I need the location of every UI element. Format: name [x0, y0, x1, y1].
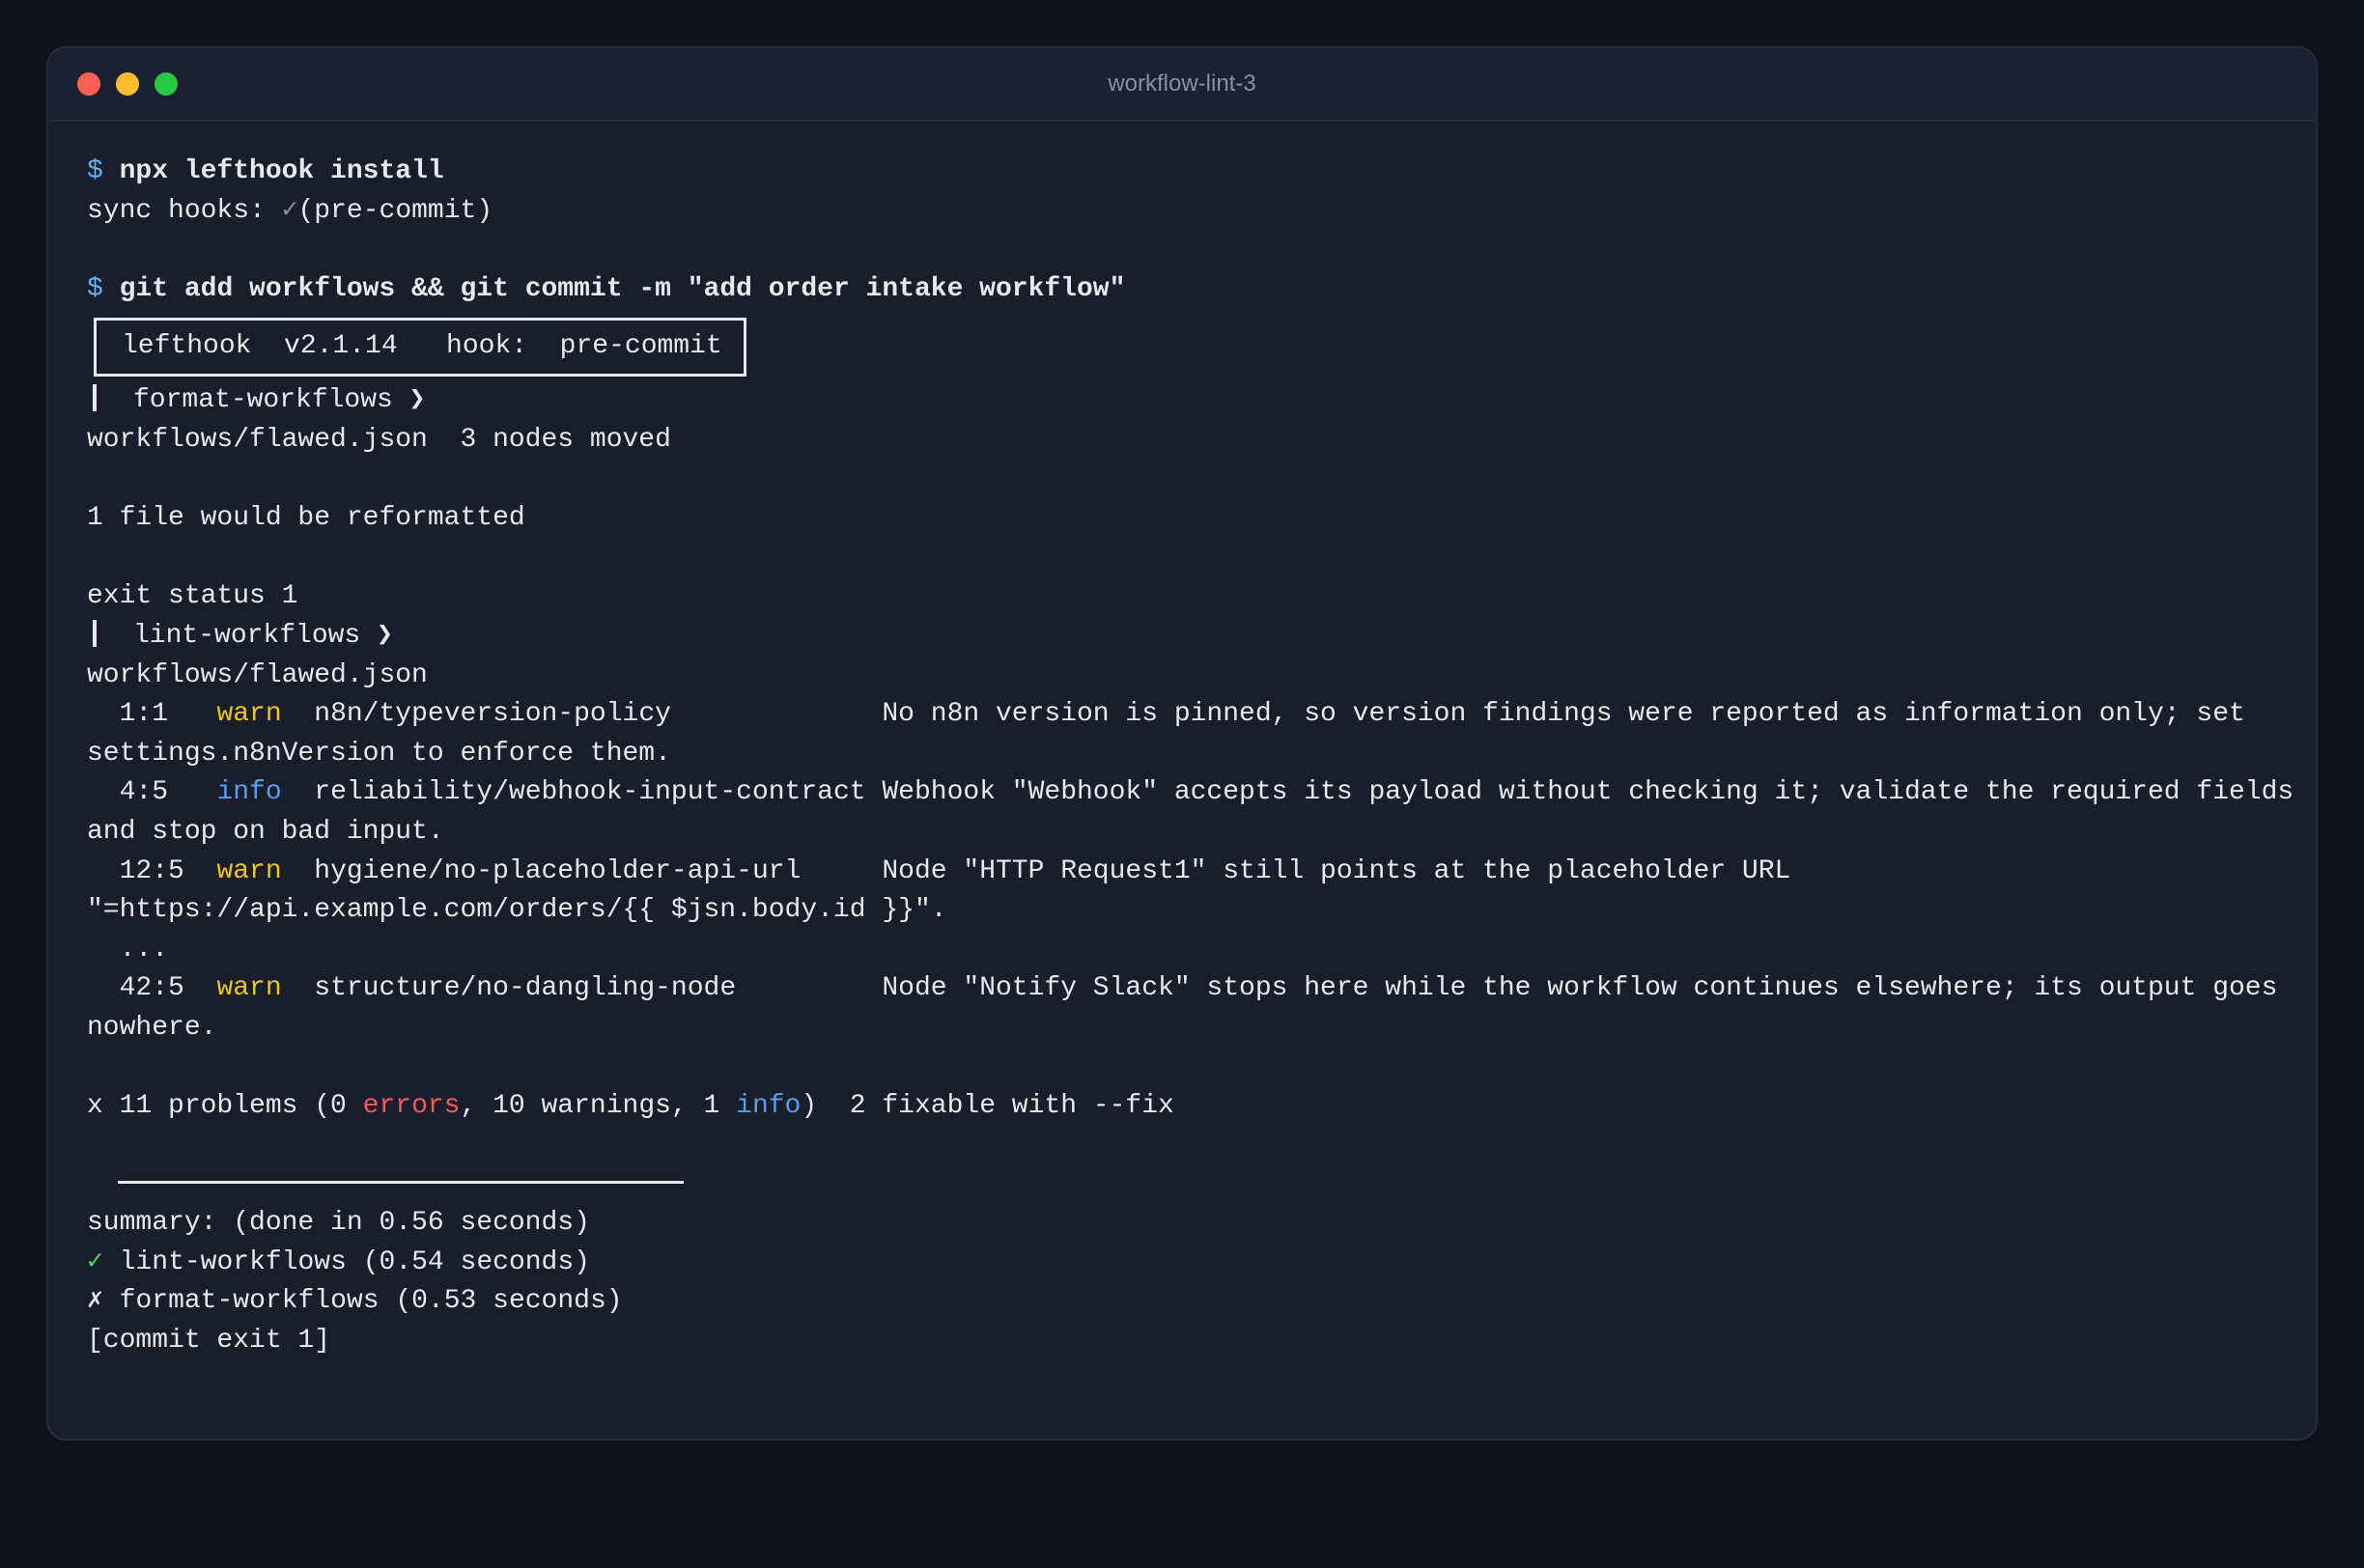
- finding-rule: n8n/typeversion-policy: [314, 699, 883, 730]
- finding-row: 12:5 warn hygiene/no-placeholder-api-url…: [87, 853, 2289, 892]
- sync-hooks-value: (pre-commit): [297, 195, 493, 226]
- summary-ok-line: ✓ lint-workflows (0.54 seconds): [87, 1244, 2289, 1283]
- output-line: sync hooks: ✓(pre-commit): [87, 192, 2289, 232]
- finding-level: warn: [216, 699, 282, 730]
- job-bar-icon: [93, 384, 97, 412]
- prompt-symbol: $: [87, 273, 103, 304]
- finding-position: 12:5: [119, 855, 217, 886]
- lefthook-banner: lefthook v2.1.14 hook: pre-commit: [94, 318, 746, 378]
- job-name: lint-workflows ❯: [133, 620, 393, 651]
- problems-prefix: x 11 problems (0: [87, 1091, 363, 1122]
- problems-mid: , 10 warnings, 1: [460, 1091, 737, 1122]
- summary-separator: [87, 1165, 2289, 1204]
- finding-level: warn: [216, 855, 282, 886]
- job-header: format-workflows ❯: [87, 381, 2289, 421]
- finding-level: warn: [216, 973, 282, 1004]
- cross-icon: ✗: [87, 1286, 103, 1317]
- finding-position: 4:5: [119, 777, 217, 808]
- finding-message-continuation: settings.n8nVersion to enforce them.: [87, 738, 671, 769]
- separator-rule: [118, 1181, 684, 1185]
- finding-row: 42:5 warn structure/no-dangling-node Nod…: [87, 969, 2289, 1009]
- problems-line: x 11 problems (0 errors, 10 warnings, 1 …: [87, 1087, 2289, 1127]
- summary-ok-text: lint-workflows (0.54 seconds): [119, 1246, 590, 1277]
- command-text: npx lefthook install: [119, 156, 444, 186]
- output-line: 1 file would be reformatted: [87, 503, 525, 534]
- summary-fail-text: format-workflows (0.53 seconds): [119, 1286, 623, 1317]
- window-title: workflow-lint-3: [1108, 70, 1256, 97]
- job-name: format-workflows ❯: [133, 385, 426, 416]
- output-line: workflows/flawed.json: [87, 659, 428, 690]
- finding-row: 4:5 info reliability/webhook-input-contr…: [87, 773, 2294, 813]
- output-line: exit status 1: [87, 581, 298, 612]
- title-bar: workflow-lint-3: [48, 48, 2316, 122]
- problems-suffix: ) 2 fixable with --fix: [801, 1091, 1174, 1122]
- errors-word: errors: [362, 1091, 461, 1122]
- finding-message: Node "HTTP Request1" still points at the…: [882, 855, 1791, 886]
- command-text: git add workflows && git commit -m "add …: [119, 273, 1126, 304]
- check-icon: ✓: [281, 195, 298, 226]
- check-icon: ✓: [87, 1246, 103, 1277]
- terminal-output[interactable]: $ npx lefthook install sync hooks: ✓(pre…: [87, 153, 2294, 1361]
- command-line: $ npx lefthook install: [87, 153, 2289, 192]
- terminal-window: workflow-lint-3 $ npx lefthook install s…: [46, 46, 2318, 1441]
- findings-list: 1:1 warn n8n/typeversion-policy No n8n v…: [87, 695, 2294, 1048]
- info-word: info: [736, 1091, 802, 1122]
- finding-rule: hygiene/no-placeholder-api-url: [314, 855, 883, 886]
- command-line: $ git add workflows && git commit -m "ad…: [87, 270, 2289, 310]
- finding-message: No n8n version is pinned, so version fin…: [882, 699, 2245, 730]
- finding-message-continuation: "=https://api.example.com/orders/{{ $jsn…: [87, 895, 947, 926]
- commit-exit-line: [commit exit 1]: [87, 1326, 331, 1357]
- finding-message: Webhook "Webhook" accepts its payload wi…: [882, 777, 2294, 808]
- finding-rule: reliability/webhook-input-contract: [314, 777, 883, 808]
- finding-row: 1:1 warn n8n/typeversion-policy No n8n v…: [87, 695, 2289, 735]
- summary-title: summary: (done in 0.56 seconds): [87, 1208, 590, 1239]
- finding-position: 42:5: [119, 973, 217, 1004]
- finding-message-continuation: and stop on bad input.: [87, 816, 444, 847]
- prompt-symbol: $: [87, 156, 103, 186]
- job-header: lint-workflows ❯: [87, 617, 2289, 657]
- finding-message-continuation: nowhere.: [87, 1012, 217, 1043]
- summary-fail-line: ✗ format-workflows (0.53 seconds): [87, 1282, 2289, 1322]
- sync-label: sync hooks:: [87, 195, 282, 226]
- job-bar-icon: [93, 619, 97, 647]
- finding-position: 1:1: [119, 699, 217, 730]
- output-line: workflows/flawed.json 3 nodes moved: [87, 424, 671, 455]
- finding-rule: structure/no-dangling-node: [314, 973, 883, 1004]
- finding-level: info: [216, 777, 282, 808]
- findings-ellipsis: ...: [87, 934, 169, 965]
- finding-message: Node "Notify Slack" stops here while the…: [882, 973, 2278, 1004]
